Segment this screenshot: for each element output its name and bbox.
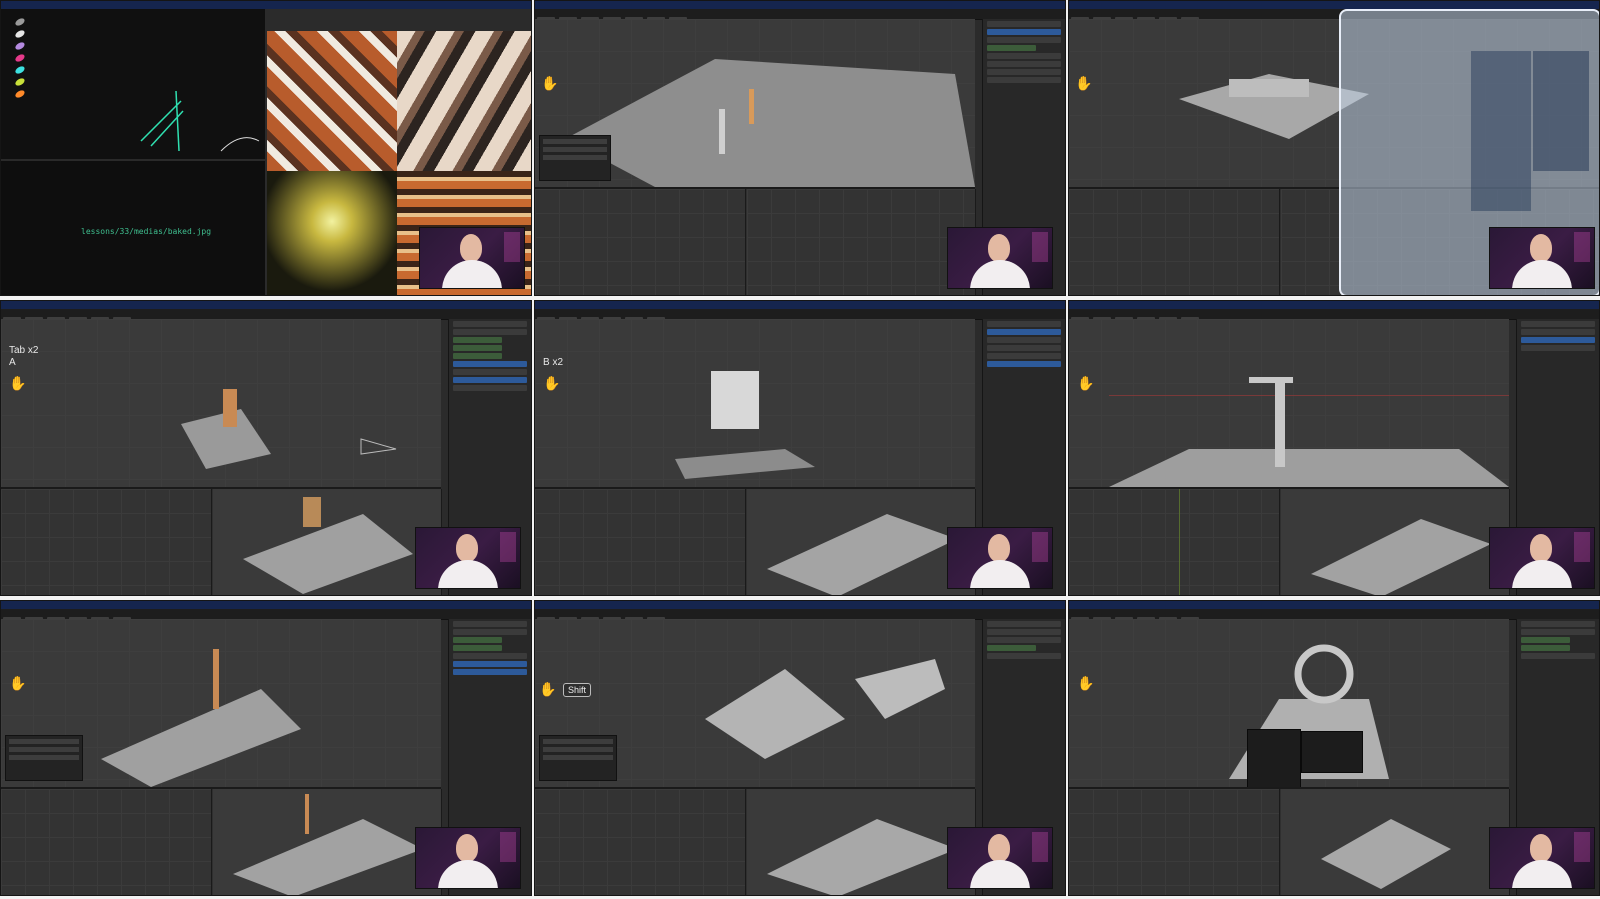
hand-icon[interactable]: ✋ [1075, 75, 1093, 93]
macos-menubar [1069, 1, 1599, 9]
webcam-feed [1489, 827, 1595, 889]
color-dot-icon [14, 28, 26, 40]
webcam-feed [419, 227, 525, 289]
color-dot-icon [14, 40, 26, 52]
color-dot-icon [14, 76, 26, 88]
operator-panel[interactable] [539, 135, 611, 181]
tile-blender-dialog: ✋ [1068, 0, 1600, 296]
tile-blender-shift: Shift ✋ [534, 600, 1066, 896]
color-palette [14, 15, 35, 135]
hand-icon[interactable]: ✋ [541, 75, 559, 93]
operator-panel[interactable] [5, 735, 83, 781]
key-hint-text: Tab x2 [9, 345, 39, 356]
color-dot-icon [14, 88, 26, 100]
bottom-viewports[interactable] [535, 187, 976, 295]
webcam-feed [1489, 527, 1595, 589]
macos-menubar [1, 601, 531, 609]
macos-menubar [1, 301, 531, 309]
tile-blender-lamp-post: ✋ [1068, 300, 1600, 596]
bottom-viewports[interactable] [1069, 487, 1510, 595]
3d-viewport[interactable]: ✋ [1069, 319, 1509, 487]
context-submenu[interactable] [1301, 731, 1363, 773]
hand-icon[interactable]: ✋ [1077, 375, 1095, 393]
webcam-feed [415, 827, 521, 889]
tile-blender-plane: ✋ [534, 0, 1066, 296]
tile-blender-tab-a: Tab x2 A ✋ [0, 300, 532, 596]
bottom-viewports[interactable] [535, 787, 976, 895]
3d-viewport[interactable]: B x2 ✋ [535, 319, 975, 487]
key-hint-text-secondary: A [9, 357, 16, 368]
video-thumbnail-grid: lessons/33/medias/baked.jpg ✋ ✋ Tab x2 A… [0, 0, 1600, 899]
bottom-viewports[interactable] [1, 487, 442, 595]
hand-icon[interactable]: ✋ [9, 675, 27, 693]
hand-icon[interactable]: ✋ [543, 375, 561, 393]
macos-menubar [1069, 301, 1599, 309]
hand-icon[interactable]: ✋ [539, 681, 557, 699]
color-dot-icon [14, 16, 26, 28]
macos-menubar [535, 1, 1065, 9]
bottom-viewports[interactable] [535, 487, 976, 595]
macos-menubar [535, 601, 1065, 609]
macos-menubar [535, 301, 1065, 309]
tile-blender-b-select: B x2 ✋ [534, 300, 1066, 596]
sketch-lines [140, 90, 260, 152]
hand-icon[interactable]: ✋ [9, 375, 27, 393]
color-dot-icon [14, 64, 26, 76]
file-path-text: lessons/33/medias/baked.jpg [81, 227, 212, 236]
tile-code-editor-textures: lessons/33/medias/baked.jpg [0, 0, 532, 296]
webcam-feed [415, 527, 521, 589]
webcam-feed [1489, 227, 1595, 289]
webcam-feed [947, 827, 1053, 889]
macos-menubar [1069, 601, 1599, 609]
tile-blender-scene: ✋ [0, 600, 532, 896]
hand-icon[interactable]: ✋ [1077, 675, 1095, 693]
webcam-feed [947, 227, 1053, 289]
tile-blender-context-menu: ✋ [1068, 600, 1600, 896]
macos-menubar [1, 1, 531, 9]
3d-viewport[interactable]: Tab x2 A ✋ [1, 319, 441, 487]
color-dot-icon [14, 52, 26, 64]
key-badge: Shift [563, 683, 592, 697]
key-hint-text: B x2 [543, 357, 564, 368]
bottom-viewports[interactable] [1, 787, 442, 895]
webcam-feed [947, 527, 1053, 589]
bottom-viewports[interactable] [1069, 787, 1510, 895]
operator-panel[interactable] [539, 735, 617, 781]
